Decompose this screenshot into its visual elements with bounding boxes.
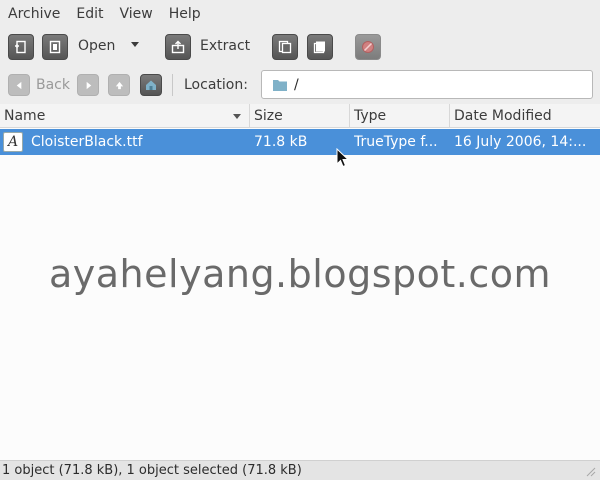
extract-button[interactable]	[165, 34, 191, 60]
row-date-modified: 16 July 2006, 14:...	[454, 134, 587, 150]
folder-icon	[273, 79, 287, 91]
add-files-button[interactable]	[272, 34, 298, 60]
location-input[interactable]: /	[261, 70, 593, 99]
up-button[interactable]	[108, 74, 130, 96]
menu-bar: Archive Edit View Help	[0, 0, 600, 28]
row-size: 71.8 kB	[254, 134, 308, 150]
location-label: Location:	[184, 77, 248, 93]
sort-down-icon	[233, 114, 241, 119]
column-header-size[interactable]: Size	[250, 104, 350, 128]
arrow-right-icon	[86, 81, 91, 89]
arrow-left-icon	[16, 81, 21, 89]
menu-view[interactable]: View	[112, 0, 161, 28]
back-label[interactable]: Back	[36, 77, 70, 93]
menu-edit[interactable]: Edit	[68, 0, 111, 28]
extract-icon	[171, 40, 185, 54]
mouse-pointer-icon	[336, 148, 350, 168]
open-archive-icon	[49, 40, 61, 54]
open-dropdown-arrow-icon[interactable]	[131, 42, 139, 47]
column-type-label: Type	[354, 108, 387, 124]
file-list[interactable]: Name Size Type Date Modified A CloisterB…	[0, 104, 600, 460]
stop-button[interactable]	[355, 34, 381, 60]
row-name: CloisterBlack.ttf	[31, 134, 143, 150]
add-folder-icon	[313, 41, 325, 54]
status-text: 1 object (71.8 kB), 1 object selected (7…	[2, 463, 302, 478]
status-bar: 1 object (71.8 kB), 1 object selected (7…	[0, 460, 600, 480]
watermark-text: ayahelyang.blogspot.com	[49, 252, 551, 296]
column-size-label: Size	[254, 108, 283, 124]
list-header: Name Size Type Date Modified	[0, 104, 600, 128]
resize-grip-icon[interactable]	[584, 465, 596, 477]
menu-archive[interactable]: Archive	[0, 0, 68, 28]
location-value: /	[294, 76, 299, 93]
toolbar-separator	[172, 74, 173, 96]
extract-label[interactable]: Extract	[200, 38, 250, 54]
column-header-name[interactable]: Name	[0, 104, 250, 128]
add-folder-button[interactable]	[307, 34, 333, 60]
new-archive-icon	[15, 40, 26, 54]
stop-icon	[362, 41, 374, 53]
new-archive-button[interactable]	[8, 34, 34, 60]
row-type: TrueType f...	[354, 134, 438, 150]
back-button[interactable]	[8, 74, 30, 96]
column-name-label: Name	[4, 108, 46, 124]
forward-button[interactable]	[77, 74, 99, 96]
toolbar: Open Extract	[0, 28, 600, 66]
column-header-date-modified[interactable]: Date Modified	[450, 104, 600, 128]
font-file-icon: A	[3, 132, 23, 152]
home-button[interactable]	[140, 74, 162, 96]
open-label[interactable]: Open	[78, 38, 115, 54]
column-date-label: Date Modified	[454, 108, 552, 124]
add-files-icon	[278, 40, 292, 54]
open-archive-button[interactable]	[42, 34, 68, 60]
table-row[interactable]: A CloisterBlack.ttf 71.8 kB TrueType f..…	[0, 129, 600, 155]
arrow-up-icon	[115, 81, 123, 89]
column-header-type[interactable]: Type	[350, 104, 450, 128]
menu-help[interactable]: Help	[161, 0, 209, 28]
home-icon	[146, 80, 156, 90]
